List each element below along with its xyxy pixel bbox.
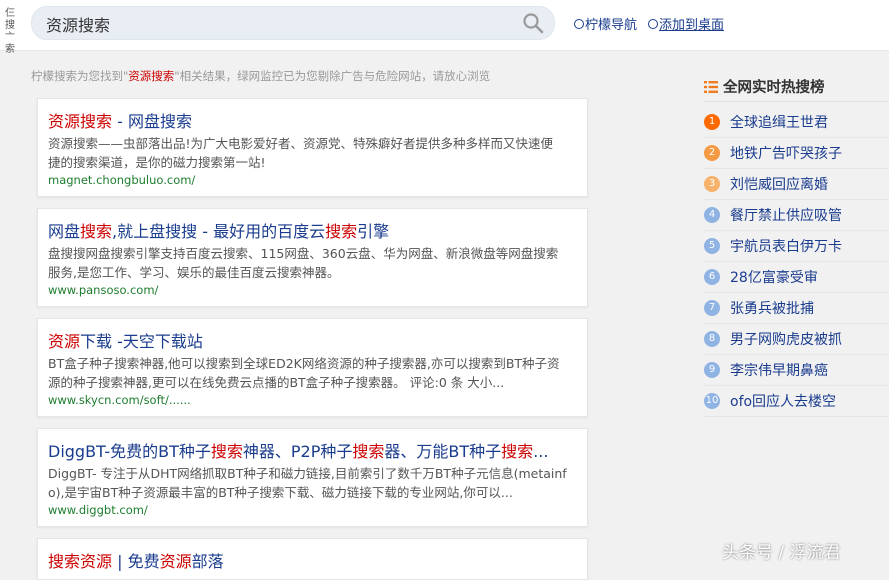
rank-badge: 6 (704, 269, 720, 285)
hot-search-label: 张勇兵被批捕 (730, 301, 814, 317)
result-description: 盘搜搜网盘搜索引擎支持百度云搜索、115网盘、360云盘、华为网盘、新浪微盘等网… (48, 244, 578, 282)
title-highlight: 搜索 (325, 222, 358, 241)
title-highlight: 搜索 (80, 222, 113, 241)
desc-line: 捷的搜索渠道，是你的磁力搜索第一站! (48, 155, 266, 170)
desc-line: 源的种子搜索神器,更可以在线免费云点播的BT盒子种子搜索器。 评论:0 条 大小… (48, 375, 505, 390)
nav-link-lemon[interactable]: 柠檬导航 (574, 14, 637, 33)
title-text: 下载 -天空下载站 (80, 332, 203, 351)
result-url[interactable]: magnet.chongbuluo.com/ (48, 173, 195, 187)
title-highlight: 资源搜索 (48, 112, 113, 131)
result-url[interactable]: www.diggbt.com/ (48, 503, 148, 517)
title-highlight: 搜索 (352, 442, 385, 461)
hot-search-item[interactable]: 2 地铁广告吓哭孩子 (704, 138, 889, 169)
logo-line-1: 仨 搜 (5, 8, 15, 31)
hot-search-label: 李宗伟早期鼻癌 (730, 363, 828, 379)
result-description: DiggBT- 专注于从DHT网络抓取BT种子和磁力链接,目前索引了数千万BT种… (48, 464, 578, 502)
title-text: - 网盘搜索 (112, 112, 192, 131)
title-text: 网盘 (48, 222, 81, 241)
rank-badge: 3 (704, 176, 720, 192)
list-icon (704, 80, 718, 93)
circle-icon (574, 18, 584, 29)
title-text: 器、万能BT种子 (384, 442, 502, 461)
top-bar: 仨 搜 亠 索 柠檬导航 添加到桌面 (0, 0, 889, 55)
hot-search-item[interactable]: 6 28亿富豪受审 (704, 262, 889, 293)
title-highlight: 搜索 (501, 442, 534, 461)
hot-search-item[interactable]: 1 全球追缉王世君 (704, 107, 889, 138)
rank-badge: 9 (704, 362, 720, 378)
add-to-desktop-link[interactable]: 添加到桌面 (648, 14, 724, 33)
title-highlight: 资源 (159, 552, 192, 571)
result-description: 资源搜索——虫部落出品!为广大电影爱好者、资源党、特殊癖好者提供多种多样而又快速… (48, 134, 578, 172)
result-title[interactable]: 网盘搜索,就上盘搜搜 - 最好用的百度云搜索引擎 (48, 218, 389, 242)
desc-line: 服务,是您工作、学习、娱乐的最佳百度云搜索神器。 (48, 265, 340, 280)
result-description: BT盒子种子搜索神器,他可以搜索到全球ED2K网络资源的种子搜索器,亦可以搜索到… (48, 354, 578, 392)
watermark: 头条号 / 浮流君 (722, 543, 841, 563)
result-card: DiggBT-免费的BT种子搜索神器、P2P种子搜索器、万能BT种子搜索... … (37, 428, 588, 527)
rank-badge: 5 (704, 238, 720, 254)
notice-suffix: "相关结果，绿网监控已为您剔除广告与危险网站，请放心浏览 (174, 69, 491, 83)
result-title[interactable]: 资源搜索 - 网盘搜索 (48, 108, 192, 132)
result-url[interactable]: www.skycn.com/soft/...... (48, 393, 191, 407)
result-title[interactable]: DiggBT-免费的BT种子搜索神器、P2P种子搜索器、万能BT种子搜索... (48, 438, 548, 462)
hot-search-label: 男子网购虎皮被抓 (730, 332, 842, 348)
hot-search-label: 宇航员表白伊万卡 (730, 239, 842, 255)
result-card: 网盘搜索,就上盘搜搜 - 最好用的百度云搜索引擎 盘搜搜网盘搜索引擎支持百度云搜… (37, 208, 588, 307)
title-text: 神器、P2P种子 (242, 442, 353, 461)
hot-search-item[interactable]: 7 张勇兵被批捕 (704, 293, 889, 324)
title-highlight: 资源 (48, 332, 81, 351)
hot-search-label: 餐厅禁止供应吸管 (730, 208, 842, 224)
notice-prefix: 柠檬搜索为您找到" (31, 69, 129, 83)
hot-search-item[interactable]: 4 餐厅禁止供应吸管 (704, 200, 889, 231)
rank-badge: 7 (704, 300, 720, 316)
site-logo[interactable]: 仨 搜 亠 索 (0, 8, 20, 56)
hot-search-item[interactable]: 5 宇航员表白伊万卡 (704, 231, 889, 262)
title-text: | 免费 (112, 552, 160, 571)
search-box (31, 6, 555, 41)
search-input[interactable] (44, 7, 518, 41)
result-title[interactable]: 资源下载 -天空下载站 (48, 328, 203, 352)
notice-keyword: 资源搜索 (128, 69, 175, 83)
title-highlight: 搜索 (210, 442, 243, 461)
title-text: DiggBT-免费的BT种子 (48, 442, 211, 461)
hot-search-label: 地铁广告吓哭孩子 (730, 146, 842, 162)
result-card: 资源下载 -天空下载站 BT盒子种子搜索神器,他可以搜索到全球ED2K网络资源的… (37, 318, 588, 417)
hot-search-label: 28亿富豪受审 (730, 270, 818, 286)
desc-line: BT盒子种子搜索神器,他可以搜索到全球ED2K网络资源的种子搜索器,亦可以搜索到… (48, 356, 560, 371)
title-highlight: 搜索资源 (48, 552, 113, 571)
desc-line: 盘搜搜网盘搜索引擎支持百度云搜索、115网盘、360云盘、华为网盘、新浪微盘等网… (48, 246, 559, 261)
logo-line-2: 亠 索 (5, 32, 15, 55)
result-title[interactable]: 搜索资源 | 免费资源部落 (48, 548, 224, 572)
divider (704, 101, 889, 102)
hot-search-label: ofo回应人去楼空 (730, 394, 837, 410)
hot-search-item[interactable]: 10 ofo回应人去楼空 (704, 386, 889, 417)
desc-line: o),是宇宙BT种子资源最丰富的BT种子搜索下载、磁力链接下载的专业网站,你可以… (48, 485, 513, 500)
rank-badge: 8 (704, 331, 720, 347)
desc-line: DiggBT- 专注于从DHT网络抓取BT种子和磁力链接,目前索引了数千万BT种… (48, 466, 567, 481)
hot-search-label: 刘恺威回应离婚 (730, 177, 828, 193)
rank-badge: 10 (704, 393, 720, 409)
add-to-desktop-label: 添加到桌面 (659, 18, 725, 33)
result-card: 搜索资源 | 免费资源部落 (37, 538, 588, 580)
circle-icon (648, 18, 658, 29)
hot-search-item[interactable]: 9 李宗伟早期鼻癌 (704, 355, 889, 386)
title-text: 部落 (191, 552, 224, 571)
hot-search-label: 全球追缉王世君 (730, 115, 828, 131)
search-icon[interactable] (522, 12, 544, 34)
title-text: ... (533, 442, 549, 461)
hot-search-title: 全网实时热搜榜 (723, 80, 825, 96)
rank-badge: 4 (704, 207, 720, 223)
rank-badge: 2 (704, 145, 720, 161)
desc-line: 资源搜索——虫部落出品!为广大电影爱好者、资源党、特殊癖好者提供多种多样而又快速… (48, 136, 554, 151)
title-text: 引擎 (357, 222, 390, 241)
result-notice: 柠檬搜索为您找到"资源搜索"相关结果，绿网监控已为您剔除广告与危险网站，请放心浏… (31, 68, 490, 84)
nav-link-label: 柠檬导航 (585, 18, 638, 33)
result-card: 资源搜索 - 网盘搜索 资源搜索——虫部落出品!为广大电影爱好者、资源党、特殊癖… (37, 98, 588, 197)
hot-search-item[interactable]: 8 男子网购虎皮被抓 (704, 324, 889, 355)
rank-badge: 1 (704, 114, 720, 130)
hot-search-heading: 全网实时热搜榜 (704, 76, 825, 97)
result-url[interactable]: www.pansoso.com/ (48, 283, 158, 297)
hot-search-item[interactable]: 3 刘恺威回应离婚 (704, 169, 889, 200)
title-text: ,就上盘搜搜 - 最好用的百度云 (112, 222, 326, 241)
